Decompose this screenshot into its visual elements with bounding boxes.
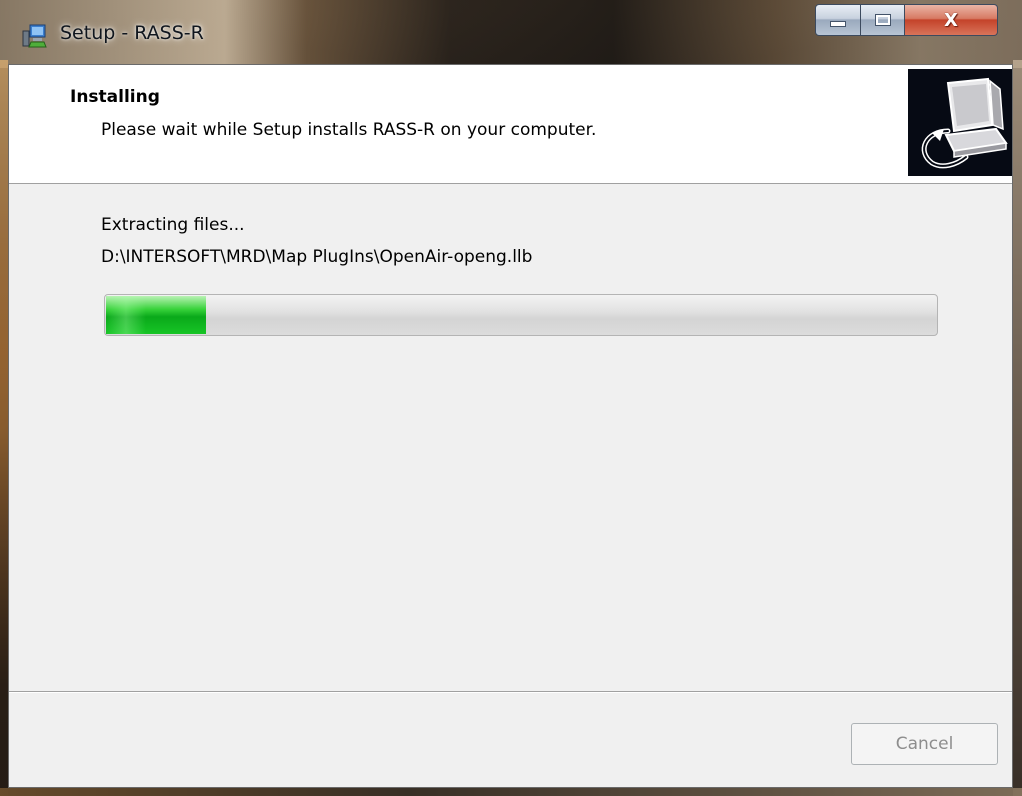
page-subtitle: Please wait while Setup installs RASS-R … [101,120,597,140]
close-button[interactable]: X [905,4,998,36]
current-file-path: D:\INTERSOFT\MRD\Map PlugIns\OpenAir-ope… [101,247,533,267]
page-title: Installing [70,87,160,107]
close-icon: X [944,9,958,31]
footer-divider [9,691,1012,693]
wizard-client-area: Installing Please wait while Setup insta… [8,64,1013,788]
minimize-icon [830,21,846,27]
status-text: Extracting files... [101,215,245,235]
window-frame-left [0,60,8,796]
setup-window: Setup - RASS-R X Installing Please wait … [0,0,1022,796]
maximize-icon [874,14,891,26]
cancel-button[interactable]: Cancel [851,723,998,765]
progress-fill [106,296,206,334]
wizard-header: Installing Please wait while Setup insta… [9,65,1012,184]
caption-buttons: X [815,0,1018,42]
computer-install-icon [908,69,1012,176]
window-title: Setup - RASS-R [60,22,204,44]
install-progress-bar [104,294,938,336]
setup-installer-icon[interactable] [22,22,48,48]
maximize-button[interactable] [861,4,905,36]
window-frame-right [1013,60,1022,796]
minimize-button[interactable] [815,4,861,36]
window-frame-bottom [0,788,1022,796]
